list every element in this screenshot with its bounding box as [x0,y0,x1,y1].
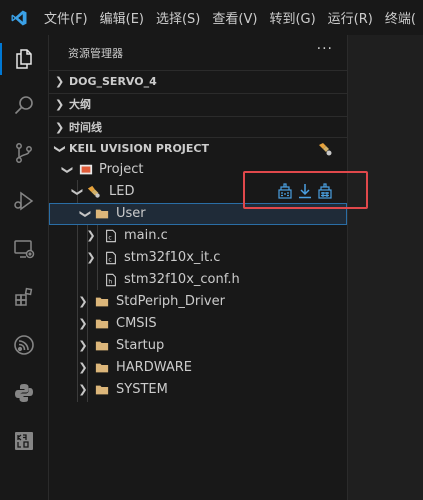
tree-item-label: Startup [116,338,165,353]
tree-item-file-it[interactable]: ❯ c stm32f10x_it.c [49,247,347,269]
chevron-right-icon: ❯ [55,98,65,111]
tree-item-label: SYSTEM [116,382,168,397]
python-icon [15,384,33,402]
tree-item-group-cmsis[interactable]: ❯ CMSIS [49,313,347,335]
chevron-down-icon: ❯ [71,187,84,197]
more-actions-button[interactable]: ··· [317,41,333,57]
chevron-right-icon: ❯ [78,295,88,308]
project-icon [79,164,93,175]
source-control-button[interactable] [0,129,48,177]
keil-button[interactable] [0,417,48,465]
svg-text:c: c [108,257,111,264]
remote-explorer-icon [14,240,35,259]
editor-area [348,35,423,500]
folder-icon [95,385,109,395]
chevron-down-icon: ❯ [79,209,92,219]
keil-icon [15,432,33,450]
title-bar: 文件(F) 编辑(E) 选择(S) 查看(V) 转到(G) 运行(R) 终端( [0,0,423,35]
explorer-sidebar: 资源管理器 ··· ❯ DOG_SERVO_4 ❯ 大纲 ❯ 时间线 ❯ KEI… [49,35,348,500]
chevron-right-icon: ❯ [78,383,88,396]
chevron-down-icon: ❯ [53,144,67,154]
menu-go[interactable]: 转到(G) [269,8,315,27]
menu-terminal[interactable]: 终端( [385,8,416,27]
tree-item-label: HARDWARE [116,360,192,375]
section-dog-servo[interactable]: ❯ DOG_SERVO_4 [49,70,347,93]
tree-item-label: stm32f10x_it.c [124,250,221,265]
menu-edit[interactable]: 编辑(E) [100,8,144,27]
folder-icon [95,209,109,219]
explorer-button[interactable] [0,35,48,83]
tree-item-label: LED [109,184,135,199]
python-button[interactable] [0,369,48,417]
menu-selection[interactable]: 选择(S) [156,8,200,27]
chevron-right-icon: ❯ [86,229,96,242]
tree-item-label: User [116,206,146,221]
section-label: 大纲 [69,98,91,111]
section-outline[interactable]: ❯ 大纲 [49,93,347,116]
tree-item-group-stdperiph[interactable]: ❯ StdPeriph_Driver [49,291,347,313]
remote-explorer-button[interactable] [0,225,48,273]
tree-item-label: Project [99,162,144,177]
source-control-icon [16,143,32,163]
section-label: 时间线 [69,121,102,134]
search-button[interactable] [0,81,48,129]
section-timeline[interactable]: ❯ 时间线 [49,116,347,139]
c-file-icon: c [106,251,116,265]
run-debug-button[interactable] [0,177,48,225]
tree-item-label: CMSIS [116,316,157,331]
search-icon [14,96,33,115]
chevron-right-icon: ❯ [78,339,88,352]
keil-build-project-icon[interactable] [317,141,333,157]
extensions-icon [15,287,33,306]
menu-run[interactable]: 运行(R) [328,8,373,27]
target-icon [87,185,100,198]
tree-item-label: main.c [124,228,168,243]
folder-icon [95,341,109,351]
chevron-right-icon: ❯ [86,251,96,264]
chevron-down-icon: ❯ [61,165,74,175]
menu-file[interactable]: 文件(F) [44,8,88,27]
tree-item-file-conf[interactable]: h stm32f10x_conf.h [49,269,347,291]
folder-icon [95,319,109,329]
chevron-right-icon: ❯ [55,121,65,134]
svg-text:c: c [108,235,111,242]
folder-icon [95,297,109,307]
espressif-icon [14,335,34,355]
c-file-icon: c [106,229,116,243]
activity-bar [0,35,49,500]
tree-item-group-startup[interactable]: ❯ Startup [49,335,347,357]
chevron-right-icon: ❯ [78,361,88,374]
highlight-annotation [243,171,368,209]
tree-item-label: stm32f10x_conf.h [124,272,240,287]
espressif-button[interactable] [0,321,48,369]
tree-item-label: StdPeriph_Driver [116,294,225,309]
folder-icon [95,363,109,373]
sidebar-title: 资源管理器 [68,47,123,60]
chevron-right-icon: ❯ [78,317,88,330]
chevron-right-icon: ❯ [55,75,65,88]
section-label: DOG_SERVO_4 [69,75,157,88]
menu-view[interactable]: 查看(V) [212,8,257,27]
explorer-icon [16,49,32,69]
svg-text:h: h [108,279,112,286]
section-label: KEIL UVISION PROJECT [69,142,209,155]
vscode-logo-icon [11,10,27,25]
tree-item-group-hardware[interactable]: ❯ HARDWARE [49,357,347,379]
section-keil-project[interactable]: ❯ KEIL UVISION PROJECT [49,137,347,160]
extensions-button[interactable] [0,273,48,321]
sidebar-header: 资源管理器 ··· [49,35,347,70]
h-file-icon: h [106,273,116,287]
run-debug-icon [14,191,34,211]
tree-item-file-main[interactable]: ❯ c main.c [49,225,347,247]
tree-item-group-system[interactable]: ❯ SYSTEM [49,379,347,401]
